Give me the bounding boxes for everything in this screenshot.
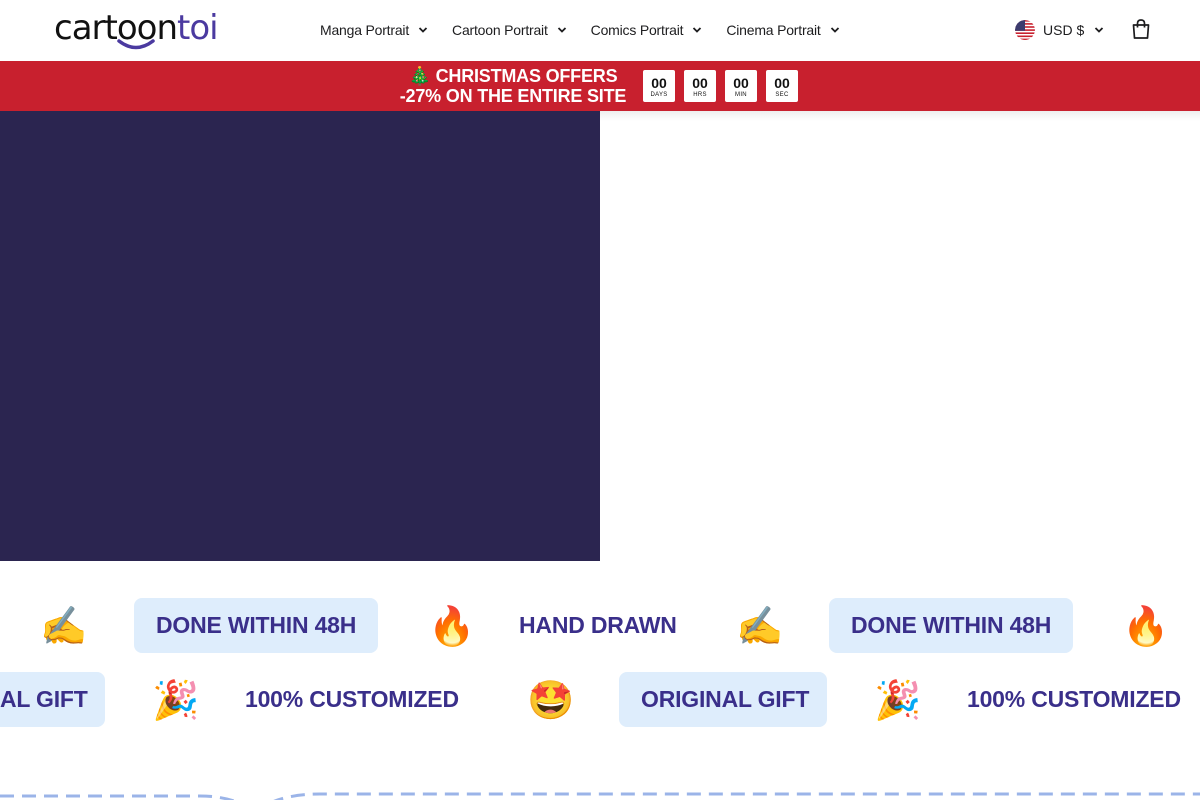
- writing-hand-icon: ✍️: [736, 604, 784, 648]
- countdown-unit: HRS: [693, 92, 707, 98]
- countdown-hours: 00 HRS: [684, 70, 716, 102]
- chevron-down-icon: [693, 27, 702, 33]
- feature-done-48h: DONE WITHIN 48H: [156, 612, 357, 638]
- countdown-value: 00: [651, 75, 667, 91]
- nav-label: Cartoon Portrait: [452, 22, 548, 38]
- countdown-seconds: 00 SEC: [766, 70, 798, 102]
- chevron-down-icon: [418, 27, 428, 33]
- writing-hand-icon: ✍️: [40, 604, 88, 648]
- fire-icon: 🔥: [1122, 604, 1170, 648]
- nav-manga-portrait[interactable]: Manga Portrait: [320, 20, 428, 40]
- logo-part-toi: toi: [177, 8, 219, 48]
- christmas-promo-bar: 🎄 CHRISTMAS OFFERS -27% ON THE ENTIRE SI…: [0, 61, 1200, 111]
- feature-hand-drawn: HAND DRAWN: [519, 612, 677, 638]
- nav-label: Cinema Portrait: [726, 22, 821, 38]
- site-header: cartoontoi Manga Portrait Cartoon Portra…: [0, 0, 1200, 61]
- countdown-unit: MIN: [735, 92, 747, 98]
- promo-headline: 🎄 CHRISTMAS OFFERS: [408, 66, 618, 86]
- countdown-value: 00: [733, 75, 749, 91]
- promo-discount: -27% ON THE ENTIRE SITE: [399, 86, 627, 106]
- currency-selector[interactable]: USD $: [1015, 19, 1104, 41]
- feature-original-gift: AL GIFT: [0, 686, 88, 712]
- dashed-divider: [0, 792, 1200, 800]
- countdown-unit: SEC: [775, 92, 789, 98]
- hero-image-panel: [0, 111, 600, 561]
- feature-done-48h: DONE WITHIN 48H: [851, 612, 1052, 638]
- countdown-value: 00: [774, 75, 790, 91]
- countdown-minutes: 00 MIN: [725, 70, 757, 102]
- nav-cartoon-portrait[interactable]: Cartoon Portrait: [452, 20, 567, 40]
- party-popper-icon: 🎉: [874, 678, 922, 722]
- cartoontoi-logo[interactable]: cartoontoi: [54, 8, 219, 52]
- feature-customized: 100% CUSTOMIZED: [967, 686, 1181, 712]
- feature-original-gift: ORIGINAL GIFT: [641, 686, 810, 712]
- currency-label: USD $: [1043, 22, 1085, 38]
- features-marquee-row-1: ✍️ DONE WITHIN 48H 🔥 HAND DRAWN ✍️ DONE …: [0, 598, 1200, 654]
- main-nav: Manga Portrait Cartoon Portrait Comics P…: [320, 20, 864, 40]
- nav-comics-portrait[interactable]: Comics Portrait: [591, 20, 703, 40]
- nav-label: Manga Portrait: [320, 22, 410, 38]
- countdown-timer: 00 DAYS 00 HRS 00 MIN 00 SEC: [643, 70, 798, 102]
- nav-cinema-portrait[interactable]: Cinema Portrait: [726, 20, 839, 40]
- chevron-down-icon: [830, 27, 839, 33]
- logo-smile-icon: [117, 39, 155, 50]
- promo-text: 🎄 CHRISTMAS OFFERS -27% ON THE ENTIRE SI…: [398, 66, 628, 106]
- countdown-days: 00 DAYS: [643, 70, 675, 102]
- nav-label: Comics Portrait: [590, 22, 684, 38]
- countdown-unit: DAYS: [650, 92, 668, 98]
- hero-shadow: [600, 111, 1200, 121]
- party-popper-icon: 🎉: [152, 678, 200, 722]
- star-struck-icon: 🤩: [527, 678, 575, 722]
- chevron-down-icon: [557, 27, 566, 33]
- chevron-down-icon: [1095, 27, 1104, 33]
- features-marquee-row-2: AL GIFT 🎉 100% CUSTOMIZED 🤩 ORIGINAL GIF…: [0, 672, 1200, 728]
- logo-wordmark: cartoontoi: [54, 8, 219, 50]
- feature-customized: 100% CUSTOMIZED: [245, 686, 459, 712]
- shopping-bag-icon[interactable]: [1130, 18, 1152, 40]
- us-flag-icon: [1015, 20, 1035, 40]
- fire-icon: 🔥: [428, 604, 476, 648]
- countdown-value: 00: [692, 75, 708, 91]
